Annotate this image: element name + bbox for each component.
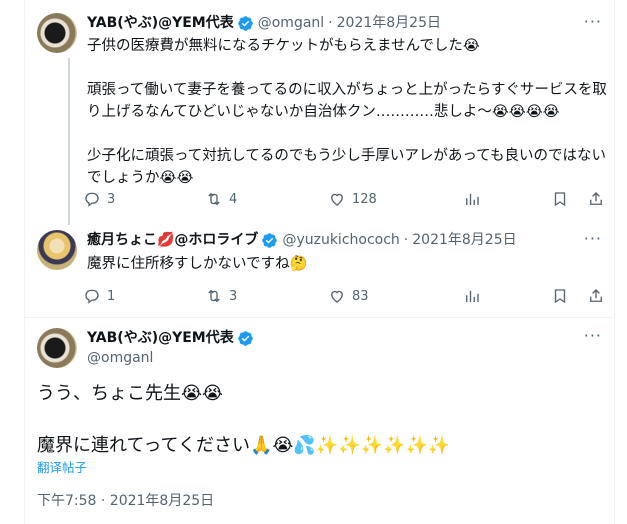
tweet-text-content: 魔界に住所移すしかないですね🤔 — [87, 256, 308, 272]
separator-dot: · — [403, 232, 409, 248]
like-count: 128 — [352, 191, 377, 207]
views-button[interactable] — [463, 286, 487, 306]
views-icon — [466, 290, 479, 302]
author-name[interactable]: YAB(やぶ)@YEM代表 — [87, 328, 234, 348]
tweet-1[interactable]: YAB(やぶ)@YEM代表 @omganl · 2021年8月25日 ··· 子… — [25, 0, 614, 225]
retweet-count: 4 — [229, 191, 238, 207]
tweet-text: 魔界に住所移すしかないですね🤔 — [87, 253, 607, 275]
heart-icon — [331, 193, 343, 206]
avatar[interactable] — [37, 328, 77, 368]
tweet-timestamp[interactable]: 下午7:58 · 2021年8月25日 — [37, 490, 214, 510]
verified-badge-icon — [237, 15, 253, 31]
separator-dot: · — [328, 15, 333, 31]
views-icon — [466, 193, 479, 205]
reply-count: 1 — [107, 288, 116, 304]
more-options-icon[interactable]: ··· — [584, 326, 602, 345]
tweet-actions: 1 3 83 — [83, 286, 613, 306]
like-count: 83 — [352, 288, 369, 304]
author-name[interactable]: YAB(やぶ)@YEM代表 — [87, 13, 234, 33]
reply-icon — [85, 192, 99, 207]
bookmark-icon — [554, 192, 566, 207]
tweet-text: 子供の医療費が無料になるチケットがもらえませんでした😭 頑張って働いて妻子を養っ… — [87, 35, 607, 189]
author-handle[interactable]: @omganl — [258, 13, 324, 33]
tweet-text-line-1: うう、ちょこ先生😭😭 — [37, 383, 224, 404]
more-options-icon[interactable]: ··· — [584, 12, 602, 31]
share-icon — [590, 192, 602, 205]
share-button[interactable] — [587, 189, 611, 209]
reply-icon — [85, 289, 99, 304]
like-button[interactable]: 128 — [328, 189, 377, 209]
author-handle[interactable]: @omganl — [87, 348, 254, 368]
tweet-actions: 3 4 128 — [83, 189, 613, 209]
verified-badge-icon — [262, 232, 278, 248]
retweet-count: 3 — [229, 288, 238, 304]
retweet-icon — [208, 289, 220, 303]
reply-button[interactable]: 1 — [83, 286, 115, 306]
reply-button[interactable]: 3 — [83, 189, 115, 209]
views-button[interactable] — [463, 189, 487, 209]
bookmark-button[interactable] — [551, 286, 575, 306]
tweet-header: 癒月ちょこ💋@ホロライブ @yuzukichococh · 2021年8月25日 — [87, 230, 517, 250]
share-button[interactable] — [587, 286, 611, 306]
tweet-text-content: 子供の医療費が無料になるチケットがもらえませんでした😭 頑張って働いて妻子を養っ… — [87, 38, 607, 186]
retweet-button[interactable]: 4 — [205, 189, 237, 209]
bookmark-button[interactable] — [551, 189, 575, 209]
more-options-icon[interactable]: ··· — [584, 229, 602, 248]
author-name[interactable]: 癒月ちょこ💋@ホロライブ — [87, 230, 258, 250]
tweet-header: YAB(やぶ)@YEM代表 @omganl — [87, 328, 254, 368]
translate-post-link[interactable]: 翻译帖子 — [37, 457, 87, 476]
thread-connector — [68, 58, 70, 225]
tweet-text-line-2: 魔界に連れてってください🙏😭💦✨✨✨✨✨✨ — [37, 435, 451, 456]
tweet-text: うう、ちょこ先生😭😭 魔界に連れてってください🙏😭💦✨✨✨✨✨✨ — [37, 381, 597, 459]
tweet-date[interactable]: 2021年8月25日 — [412, 230, 516, 250]
avatar[interactable] — [37, 230, 77, 270]
heart-icon — [331, 290, 343, 303]
avatar[interactable] — [37, 13, 77, 53]
retweet-button[interactable]: 3 — [205, 286, 237, 306]
retweet-icon — [208, 192, 220, 206]
reply-count: 3 — [107, 191, 116, 207]
tweet-date[interactable]: 2021年8月25日 — [337, 13, 441, 33]
conversation-thread: YAB(やぶ)@YEM代表 @omganl · 2021年8月25日 ··· 子… — [24, 0, 615, 524]
like-button[interactable]: 83 — [328, 286, 369, 306]
bookmark-icon — [554, 289, 566, 304]
share-icon — [590, 289, 602, 302]
verified-badge-icon — [237, 330, 253, 346]
author-handle[interactable]: @yuzukichococh — [282, 230, 399, 250]
tweet-header: YAB(やぶ)@YEM代表 @omganl · 2021年8月25日 — [87, 13, 441, 33]
tweet-2[interactable]: 癒月ちょこ💋@ホロライブ @yuzukichococh · 2021年8月25日… — [25, 225, 614, 317]
